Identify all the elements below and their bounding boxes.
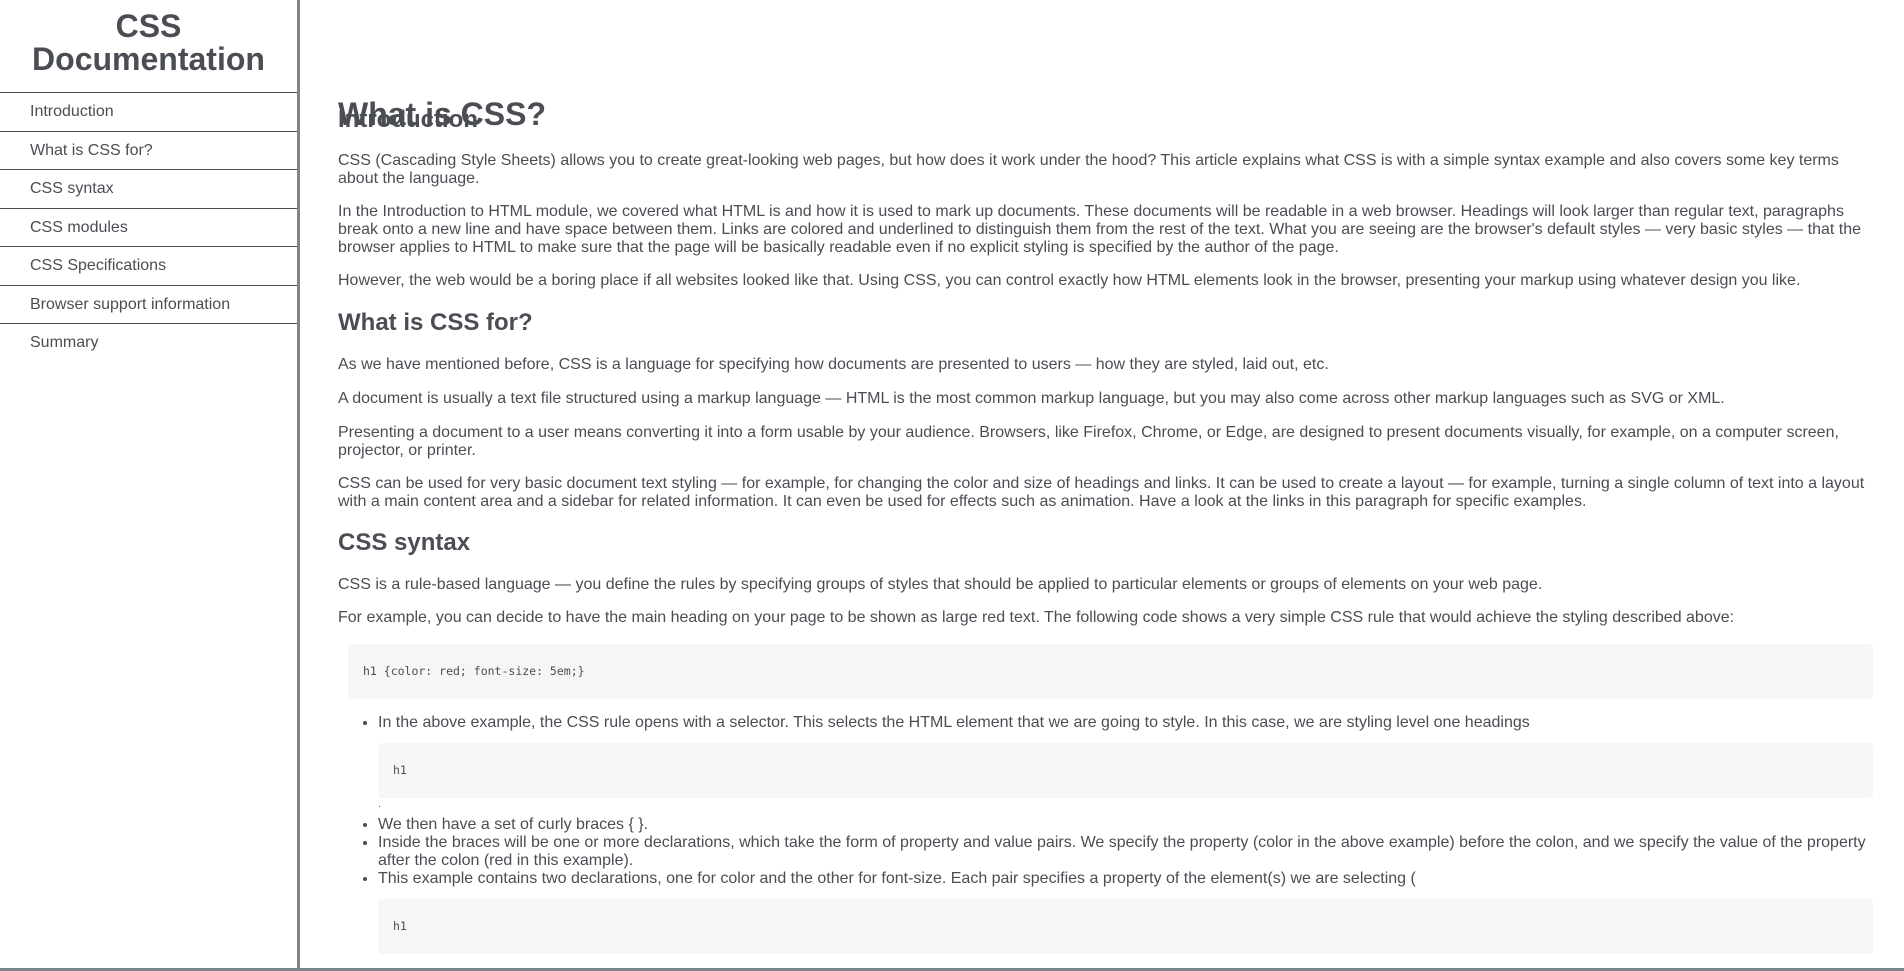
bullet-text: Inside the braces will be one or more de… [378,834,1866,869]
nav-item: Introduction [0,92,297,131]
list-item: This example contains two declarations, … [378,870,1873,954]
nav-item: CSS syntax [0,169,297,208]
list-item: We then have a set of curly braces { }. [378,816,1873,834]
section-title-what-is-css-for: What is CSS for? [338,309,533,336]
nav-link-summary[interactable]: Summary [0,324,297,362]
main-document: What is CSS? Introduction CSS (Cascading… [338,0,1873,971]
syntax-paragraph-2: For example, you can decide to have the … [338,609,1735,626]
nav-link-what-is-css-for[interactable]: What is CSS for? [0,132,297,170]
what-for-paragraph-3: Presenting a document to a user means co… [338,424,1839,459]
code-block: h1 {color: red; font-size: 5em;} [348,644,1873,699]
bullet-text: This example contains two declarations, … [378,870,1416,887]
nav-link-css-modules[interactable]: CSS modules [0,209,297,247]
what-for-paragraph-1: As we have mentioned before, CSS is a la… [338,356,1329,373]
nav-link-css-specifications[interactable]: CSS Specifications [0,247,297,285]
nav-title: CSS Documentation [32,8,265,77]
section-title-css-syntax: CSS syntax [338,529,471,556]
nav-list: Introduction What is CSS for? CSS syntax… [0,92,297,362]
sidebar-nav: CSS Documentation Introduction What is C… [0,0,300,968]
syntax-paragraph-1: CSS is a rule-based language — you defin… [338,576,1543,593]
nav-item: CSS Specifications [0,246,297,285]
nav-item: Browser support information [0,284,297,324]
stray-punctuation: . [378,799,381,810]
intro-paragraph-3: However, the web would be a boring place… [338,272,1801,289]
bullet-text: In the above example, the CSS rule opens… [378,714,1530,731]
nav-link-browser-support[interactable]: Browser support information [0,286,297,324]
code-text: h1 [393,919,407,933]
what-for-paragraph-4: CSS can be used for very basic document … [338,475,1865,510]
list-item: In the above example, the CSS rule opens… [378,714,1873,816]
code-text: h1 {color: red; font-size: 5em;} [363,664,585,678]
code-block: h1 [378,899,1873,954]
nav-item: CSS modules [0,207,297,247]
nav-link-introduction[interactable]: Introduction [0,93,297,131]
nav-link-css-syntax[interactable]: CSS syntax [0,170,297,208]
syntax-bullet-list: In the above example, the CSS rule opens… [338,714,1873,954]
nav-item: What is CSS for? [0,130,297,170]
code-text: h1 [393,763,407,777]
section-title-introduction: Introduction [338,106,478,133]
nav-item: Summary [0,323,297,362]
intro-paragraph-1: CSS (Cascading Style Sheets) allows you … [338,152,1839,187]
list-item: Inside the braces will be one or more de… [378,834,1873,870]
what-for-paragraph-2: A document is usually a text file struct… [338,390,1725,407]
code-block: h1 [378,743,1873,798]
bullet-text: We then have a set of curly braces { }. [378,816,649,833]
intro-paragraph-2: In the Introduction to HTML module, we c… [338,203,1861,256]
